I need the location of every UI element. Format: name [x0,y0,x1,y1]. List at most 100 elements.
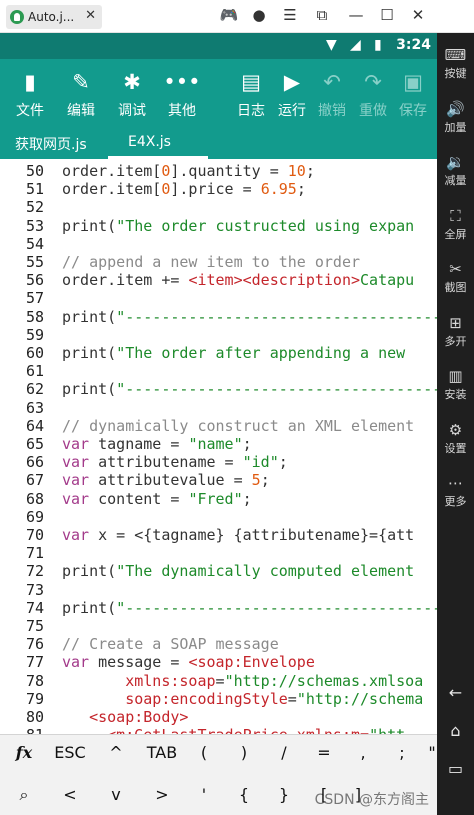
line-number: 65 [25,435,44,453]
tab-fetch-webpage[interactable]: 获取网页.js [15,134,87,154]
debug-button-label: 调试 [118,103,146,119]
code-line: 71 [0,544,437,562]
symbol-key[interactable]: fx [6,743,42,762]
more-icon: ⋯ [448,474,463,492]
sidebar-item-volume-down[interactable]: 🔉 减量 [437,152,474,188]
code-editor[interactable]: 50 order.item[0].quantity = 10; 51 order.it… [0,159,437,734]
bug-icon: ✱ [123,70,141,94]
menu-icon[interactable]: ☰ [279,6,301,24]
symbol-key[interactable]: > [144,785,180,804]
minimize-icon[interactable]: — [345,6,367,24]
symbol-key[interactable]: [ [306,785,342,804]
line-number: 51 [25,180,44,199]
line-number: 57 [25,289,44,308]
fullscreen-icon: ⛶ [450,206,461,225]
log-button[interactable]: ▤ 日志 [229,69,273,120]
undo-button[interactable]: ↶ 撤销 [310,69,354,120]
line-number: 53 [25,216,44,235]
code-text: print("---------------------------------… [62,307,437,326]
undo-button-label: 撤销 [318,103,346,119]
code-text: order.item += <item><description>Catapu [62,271,415,290]
search-icon[interactable]: ⌕ [6,785,42,805]
redo-button[interactable]: ↷ 重做 [351,69,395,120]
window-tab[interactable]: Auto.j... ✕ [6,5,102,29]
code-line: 59 [0,326,437,344]
edit-button-label: 编辑 [67,103,95,119]
back-icon[interactable]: ← [437,683,474,702]
window-close-icon[interactable]: ✕ [407,6,429,24]
symbol-key[interactable]: v [98,785,134,804]
code-text: <soap:Body> [89,708,189,726]
symbol-key[interactable]: ) [226,743,262,762]
symbol-key[interactable]: < [52,785,88,804]
symbol-key[interactable]: , [345,743,381,762]
sidebar-item-label: 更多 [444,495,467,508]
code-text: print("---------------------------------… [62,380,437,399]
file-button[interactable]: ▮ 文件 [8,69,52,120]
line-number: 52 [25,198,44,217]
sidebar-item-more[interactable]: ⋯ 更多 [437,473,474,509]
symbol-key[interactable]: ESC [52,743,88,762]
status-time: 3:24 [396,37,431,53]
line-number: 50 [25,162,44,180]
maximize-icon[interactable]: ☐ [376,6,398,24]
symbol-key[interactable]: ( [186,743,222,762]
code-text: xmlns:soap="http://schemas.xmlsoa [125,671,424,690]
tab-e4x[interactable]: E4X.js [128,134,171,150]
sidebar-item-multi-open[interactable]: ⊞ 多开 [437,313,474,349]
file-icon: ▮ [24,70,36,94]
wifi-icon: ▼ [326,37,337,53]
save-button[interactable]: ▣ 保存 [391,69,435,120]
file-button-label: 文件 [16,103,44,119]
recents-icon[interactable]: ▭ [437,759,474,778]
line-number: 74 [25,598,44,617]
multi-open-icon: ⊞ [449,313,462,332]
volume-up-icon: 🔊 [446,99,465,118]
save-button-label: 保存 [399,103,427,119]
battery-icon: ▮ [374,37,382,53]
symbol-key[interactable]: TAB [144,743,180,762]
sidebar-item-scissors[interactable]: ✂ 截图 [437,259,474,295]
sidebar-item-label: 减量 [444,174,467,187]
symbol-key[interactable]: = [306,743,342,762]
redo-icon: ↷ [364,70,382,94]
volume-down-icon: 🔉 [446,153,465,171]
symbol-key[interactable]: ^ [98,743,134,762]
sidebar-item-fullscreen[interactable]: ⛶ 全屏 [437,206,474,242]
code-text: var tagname = "name"; [62,435,252,453]
line-number: 62 [25,380,44,399]
sidebar-item-volume-up[interactable]: 🔊 加量 [437,99,474,135]
sidebar-item-keyboard[interactable]: ⌨ 按键 [437,45,474,81]
keyboard-icon: ⌨ [444,46,467,64]
line-number: 80 [25,708,44,726]
debug-button[interactable]: ✱ 调试 [110,69,154,120]
other-button[interactable]: ••• 其他 [160,69,204,120]
home-icon[interactable]: ⌂ [437,721,474,740]
symbol-key[interactable]: } [266,785,302,804]
other-button-label: 其他 [168,103,196,119]
code-text: var content = "Fred"; [62,489,252,508]
symbol-key[interactable]: { [226,785,262,804]
line-number: 78 [25,671,44,690]
restore-icon[interactable]: ⧉ [311,6,333,24]
symbol-key[interactable]: ] [340,785,376,804]
code-line: 51 order.item[0].price = 6.95; [0,180,437,198]
tab-close-icon[interactable]: ✕ [85,8,96,23]
symbol-key[interactable]: ' [186,785,222,804]
line-number: 81 [20,726,44,734]
emulator-sidebar: ⌨ 按键 🔊 加量 🔉 减量 ⛶ 全屏 ✂ 截图 ⊞ 多开 ▥ 安装 ⚙ 设置 ⋯ 更多 ← ⌂ ▭ [437,33,474,815]
log-button-label: 日志 [237,103,265,119]
gamepad-icon[interactable]: 🎮 [218,6,240,24]
code-text: print("The order custructed using expan [62,216,415,235]
run-button[interactable]: ▶ 运行 [270,69,314,120]
line-number: 68 [25,489,44,508]
log-icon: ▤ [241,70,261,94]
user-avatar-icon[interactable]: ● [248,6,270,24]
sidebar-item-apk[interactable]: ▥ 安装 [437,366,474,402]
edit-button[interactable]: ✎ 编辑 [59,69,103,120]
symbol-key[interactable]: / [266,743,302,762]
sidebar-item-settings[interactable]: ⚙ 设置 [437,420,474,456]
code-line: 81 <m:GetLastTradePrice xmlns:m="htt [0,726,437,734]
sidebar-item-label: 加量 [444,120,467,134]
line-number: 63 [25,398,44,417]
